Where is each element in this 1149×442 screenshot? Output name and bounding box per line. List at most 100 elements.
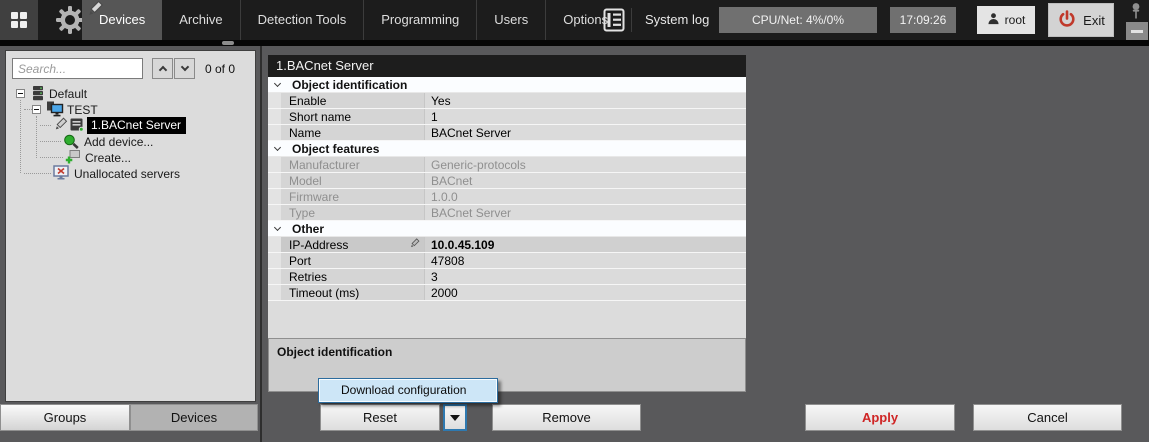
current-user-button[interactable]: root bbox=[977, 6, 1035, 34]
row-gutter bbox=[268, 253, 281, 268]
apps-menu-button[interactable] bbox=[0, 0, 38, 40]
property-row[interactable]: Retries 3 bbox=[268, 269, 746, 285]
reset-dropdown-button[interactable] bbox=[443, 404, 467, 431]
tab-programming[interactable]: Programming bbox=[363, 0, 476, 40]
row-gutter bbox=[268, 173, 281, 188]
clock-display[interactable]: 17:09:26 bbox=[890, 7, 956, 33]
object-title-bar: 1.BACnet Server bbox=[268, 55, 746, 77]
dropdown-arrow-icon bbox=[450, 414, 460, 421]
power-icon bbox=[1057, 9, 1077, 32]
device-tree-panel: 0 of 0 Default bbox=[5, 50, 256, 402]
tree-item-unallocated-servers[interactable]: Unallocated servers bbox=[6, 165, 256, 184]
tab-archive[interactable]: Archive bbox=[162, 0, 239, 40]
tree-item-add-device[interactable]: Add device... bbox=[6, 134, 256, 150]
tree-item-bacnet-server[interactable]: 1.BACnet Server bbox=[6, 117, 256, 134]
chevron-down-icon bbox=[273, 79, 282, 87]
property-value[interactable]: 47808 bbox=[425, 253, 746, 268]
property-value[interactable]: 1 bbox=[425, 109, 746, 124]
property-value[interactable]: BACnet Server bbox=[425, 125, 746, 140]
search-prev-button[interactable] bbox=[152, 58, 173, 79]
property-value[interactable]: Yes bbox=[425, 93, 746, 108]
property-name: Timeout (ms) bbox=[281, 285, 425, 300]
property-value: 1.0.0 bbox=[425, 189, 746, 204]
tree-item-test[interactable]: TEST bbox=[6, 101, 256, 118]
row-gutter bbox=[268, 157, 281, 172]
property-name: Manufacturer bbox=[281, 157, 425, 172]
property-grid: Object identification Enable Yes Short n… bbox=[268, 77, 746, 338]
edit-pencil-icon bbox=[86, 0, 104, 23]
user-name: root bbox=[1004, 13, 1026, 27]
collapse-toggle-icon[interactable] bbox=[32, 105, 41, 114]
section-title: Other bbox=[292, 221, 325, 236]
section-header-object-features[interactable]: Object features bbox=[268, 141, 746, 157]
property-row: Firmware 1.0.0 bbox=[268, 189, 746, 205]
collapse-toggle-icon[interactable] bbox=[16, 89, 25, 98]
property-value[interactable]: 3 bbox=[425, 269, 746, 284]
tree-item-default[interactable]: Default bbox=[6, 86, 256, 102]
toolbar-bottom-strip bbox=[0, 40, 1149, 46]
property-value[interactable]: 10.0.45.109 bbox=[425, 237, 746, 252]
row-gutter bbox=[268, 93, 281, 108]
property-name: Retries bbox=[281, 269, 425, 284]
property-name: Enable bbox=[281, 93, 425, 108]
cpu-net-status[interactable]: CPU/Net: 4%/0% bbox=[719, 7, 877, 33]
property-row[interactable]: Port 47808 bbox=[268, 253, 746, 269]
exit-button[interactable]: Exit bbox=[1048, 3, 1114, 37]
property-row: Model BACnet bbox=[268, 173, 746, 189]
tab-detection-tools[interactable]: Detection Tools bbox=[239, 0, 364, 40]
section-header-object-identification[interactable]: Object identification bbox=[268, 77, 746, 93]
system-log-label[interactable]: System log bbox=[645, 0, 709, 40]
tree-item-label-selected[interactable]: 1.BACnet Server bbox=[87, 117, 187, 134]
property-row[interactable]: Name BACnet Server bbox=[268, 125, 746, 141]
property-name: Firmware bbox=[281, 189, 425, 204]
reset-button[interactable]: Reset bbox=[320, 404, 440, 431]
tab-users[interactable]: Users bbox=[476, 0, 545, 40]
row-gutter bbox=[268, 285, 281, 300]
remove-button[interactable]: Remove bbox=[492, 404, 641, 431]
property-row[interactable]: Enable Yes bbox=[268, 93, 746, 109]
section-title: Object identification bbox=[292, 77, 408, 92]
toolbar-separator bbox=[631, 8, 632, 32]
section-title: Object features bbox=[292, 141, 380, 156]
property-value: BACnet Server bbox=[425, 205, 746, 220]
tab-devices-bottom[interactable]: Devices bbox=[130, 404, 258, 431]
tree-item-label[interactable]: Add device... bbox=[84, 135, 153, 149]
property-row[interactable]: Short name 1 bbox=[268, 109, 746, 125]
apply-button[interactable]: Apply bbox=[805, 404, 955, 431]
tab-groups[interactable]: Groups bbox=[0, 404, 130, 431]
tree-item-label[interactable]: TEST bbox=[67, 103, 98, 117]
menu-item-download-configuration[interactable]: Download configuration bbox=[319, 379, 497, 402]
row-gutter bbox=[268, 269, 281, 284]
row-gutter bbox=[268, 237, 281, 252]
chevron-down-icon bbox=[180, 62, 189, 72]
tree-item-label[interactable]: Create... bbox=[85, 151, 131, 165]
cancel-button[interactable]: Cancel bbox=[973, 404, 1122, 431]
unallocated-monitor-icon bbox=[53, 165, 71, 184]
section-header-other[interactable]: Other bbox=[268, 221, 746, 237]
search-next-button[interactable] bbox=[174, 58, 195, 79]
edit-pencil-icon bbox=[409, 238, 420, 252]
property-value[interactable]: 2000 bbox=[425, 285, 746, 300]
property-value: Generic-protocols bbox=[425, 157, 746, 172]
tree-item-label[interactable]: Default bbox=[49, 87, 87, 101]
search-input[interactable] bbox=[12, 58, 143, 79]
panel-divider[interactable] bbox=[260, 46, 262, 442]
property-row[interactable]: Timeout (ms) 2000 bbox=[268, 285, 746, 301]
property-name: Model bbox=[281, 173, 425, 188]
top-toolbar: Devices Archive Detection Tools Programm… bbox=[0, 0, 1149, 41]
property-row: Manufacturer Generic-protocols bbox=[268, 157, 746, 173]
reset-dropdown-menu: Download configuration bbox=[318, 378, 498, 403]
splitter-handle[interactable] bbox=[222, 41, 234, 45]
chevron-up-icon bbox=[158, 65, 167, 75]
system-log-icon[interactable] bbox=[603, 8, 625, 37]
property-name: Type bbox=[281, 205, 425, 220]
property-row-selected[interactable]: IP-Address 10.0.45.109 bbox=[268, 237, 746, 253]
row-gutter bbox=[268, 205, 281, 220]
property-row: Type BACnet Server bbox=[268, 205, 746, 221]
property-name: Short name bbox=[281, 109, 425, 124]
exit-label: Exit bbox=[1083, 12, 1105, 28]
search-match-count: 0 of 0 bbox=[205, 62, 236, 76]
panel-collapse-button[interactable] bbox=[1126, 22, 1148, 41]
tree-item-label[interactable]: Unallocated servers bbox=[74, 167, 180, 181]
tree-item-create[interactable]: Create... bbox=[6, 150, 256, 166]
